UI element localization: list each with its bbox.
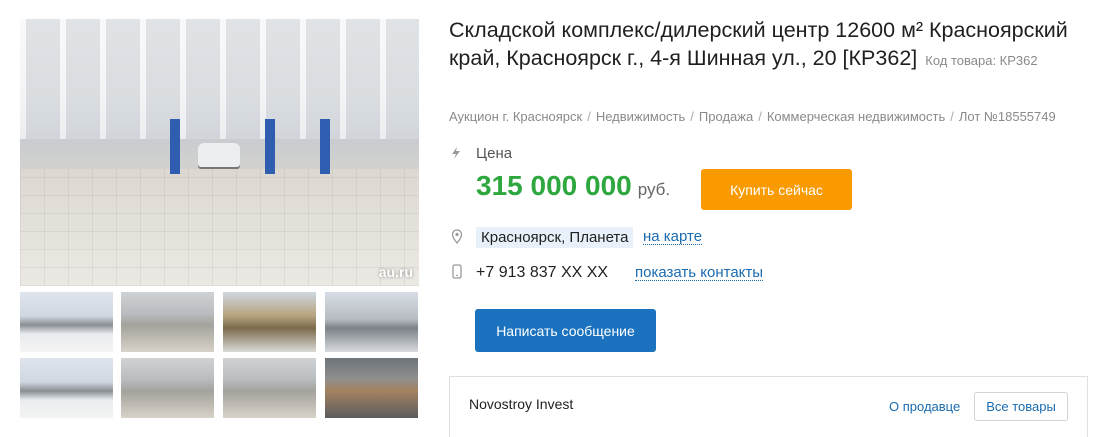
breadcrumb-separator: /	[950, 109, 954, 124]
photo-watermark: au.ru	[378, 264, 413, 280]
breadcrumb: Аукцион г. Красноярск / Недвижимость / Прода…	[449, 109, 1056, 124]
photo-ceiling	[20, 19, 419, 139]
seller-name[interactable]: Novostroy Invest	[469, 396, 573, 412]
price-value: 315 000 000 руб.	[476, 170, 670, 202]
about-seller-link[interactable]: О продавце	[889, 399, 960, 414]
thumbnail[interactable]	[223, 358, 316, 418]
thumbnail[interactable]	[20, 358, 113, 418]
thumbnail[interactable]	[20, 292, 113, 352]
phone-number: +7 913 837 XX XX	[476, 264, 609, 281]
photo-lift	[265, 119, 275, 174]
thumbnail[interactable]	[121, 358, 214, 418]
breadcrumb-item[interactable]: Недвижимость	[596, 109, 685, 124]
show-contacts-link[interactable]: показать контакты	[635, 265, 764, 281]
photo-car	[198, 143, 240, 167]
listing-title: Складской комплекс/дилерский центр 12600…	[449, 17, 1079, 74]
product-code: Код товара: КР362	[925, 52, 1038, 68]
breadcrumb-separator: /	[587, 109, 591, 124]
thumbnail[interactable]	[121, 292, 214, 352]
thumbnail[interactable]	[223, 292, 316, 352]
send-message-button[interactable]: Написать сообщение	[475, 309, 656, 352]
breadcrumb-item: Лот №18555749	[958, 109, 1056, 124]
map-pin-icon	[451, 229, 463, 244]
all-goods-button[interactable]: Все товары	[974, 392, 1068, 421]
map-link[interactable]: на карте	[643, 229, 703, 245]
main-photo[interactable]: au.ru	[20, 19, 419, 286]
buy-now-button[interactable]: Купить сейчас	[701, 169, 852, 210]
breadcrumb-item[interactable]: Аукцион г. Красноярск	[449, 109, 582, 124]
price-amount: 315 000 000	[476, 170, 632, 201]
breadcrumb-item[interactable]: Продажа	[699, 109, 753, 124]
photo-floor	[20, 169, 419, 286]
photo-lift	[170, 119, 180, 174]
price-label: Цена	[476, 145, 513, 162]
lightning-icon	[452, 147, 460, 159]
breadcrumb-separator: /	[758, 109, 762, 124]
thumbnail[interactable]	[325, 292, 418, 352]
breadcrumb-separator: /	[690, 109, 694, 124]
price-currency: руб.	[637, 180, 671, 199]
breadcrumb-item[interactable]: Коммерческая недвижимость	[767, 109, 945, 124]
photo-lift	[320, 119, 330, 174]
location-text: Красноярск, Планета	[476, 227, 634, 248]
thumbnail[interactable]	[325, 358, 418, 418]
seller-panel: Novostroy Invest О продавце Все товары	[449, 376, 1088, 437]
mobile-phone-icon	[452, 264, 462, 279]
